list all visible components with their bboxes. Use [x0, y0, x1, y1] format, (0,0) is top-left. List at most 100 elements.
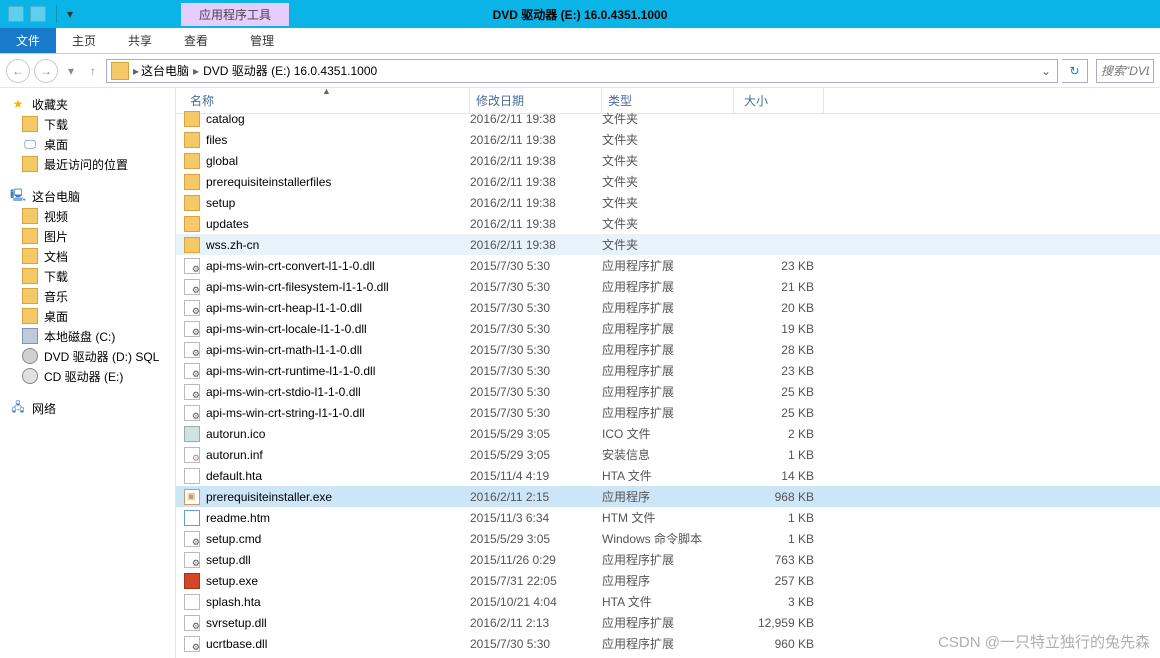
table-row[interactable]: wss.zh-cn2016/2/11 19:38文件夹 — [176, 234, 1160, 255]
table-row[interactable]: api-ms-win-crt-filesystem-l1-1-0.dll2015… — [176, 276, 1160, 297]
sidebar-item[interactable]: 音乐 — [0, 286, 175, 306]
table-row[interactable]: autorun.ico2015/5/29 3:05ICO 文件2 KB — [176, 423, 1160, 444]
table-row[interactable]: readme.htm2015/11/3 6:34HTM 文件1 KB — [176, 507, 1160, 528]
table-row[interactable]: setup.dll2015/11/26 0:29应用程序扩展763 KB — [176, 549, 1160, 570]
sidebar-computer-header[interactable]: 🖳这台电脑 — [0, 186, 175, 206]
sidebar-item[interactable]: CD 驱动器 (E:) — [0, 366, 175, 386]
file-size: 1 KB — [734, 532, 824, 546]
file-tab[interactable]: 文件 — [0, 28, 56, 53]
file-icon — [184, 405, 200, 421]
up-button[interactable]: ↑ — [84, 61, 102, 81]
chevron-right-icon[interactable]: ▸ — [193, 64, 199, 78]
sidebar-item-recent[interactable]: 最近访问的位置 — [0, 154, 175, 174]
file-icon — [184, 153, 200, 169]
sidebar-item-desktop[interactable]: 🖵桌面 — [0, 134, 175, 154]
table-row[interactable]: setup.cmd2015/5/29 3:05Windows 命令脚本1 KB — [176, 528, 1160, 549]
tab-view[interactable]: 查看 — [168, 28, 224, 53]
address-field[interactable]: ▸ 这台电脑 ▸ DVD 驱动器 (E:) 16.0.4351.1000 ⌄ — [106, 59, 1058, 83]
address-dropdown-icon[interactable]: ⌄ — [1035, 64, 1057, 78]
file-date: 2015/11/3 6:34 — [470, 511, 602, 525]
breadcrumb[interactable]: 这台电脑 ▸ — [139, 62, 201, 79]
file-type: 文件夹 — [602, 173, 734, 190]
file-type: HTA 文件 — [602, 593, 734, 610]
file-name: catalog — [206, 112, 245, 126]
back-button[interactable]: ← — [6, 59, 30, 83]
sidebar-item[interactable]: 图片 — [0, 226, 175, 246]
search-box[interactable] — [1096, 59, 1154, 83]
sidebar-item[interactable]: 桌面 — [0, 306, 175, 326]
tab-share[interactable]: 共享 — [112, 28, 168, 53]
qat-newfolder-icon[interactable] — [30, 6, 46, 22]
sidebar-item-label: 文档 — [44, 248, 68, 265]
table-row[interactable]: api-ms-win-crt-string-l1-1-0.dll2015/7/3… — [176, 402, 1160, 423]
sidebar-item-label: DVD 驱动器 (D:) SQL — [44, 348, 159, 365]
file-size: 3 KB — [734, 595, 824, 609]
file-size: 20 KB — [734, 301, 824, 315]
file-date: 2016/2/11 19:38 — [470, 112, 602, 126]
table-row[interactable]: autorun.inf2015/5/29 3:05安装信息1 KB — [176, 444, 1160, 465]
column-name[interactable]: 名称▲ — [184, 88, 470, 113]
sidebar-item[interactable]: 本地磁盘 (C:) — [0, 326, 175, 346]
qat-dropdown-icon[interactable]: ▾ — [67, 7, 73, 21]
file-list[interactable]: catalog 2016/2/11 19:38 文件夹 files2016/2/11 … — [176, 108, 1160, 658]
file-date: 2015/7/30 5:30 — [470, 406, 602, 420]
table-row[interactable]: api-ms-win-crt-locale-l1-1-0.dll2015/7/3… — [176, 318, 1160, 339]
qat-properties-icon[interactable] — [8, 6, 24, 22]
folder-icon — [22, 228, 38, 244]
breadcrumb[interactable]: DVD 驱动器 (E:) 16.0.4351.1000 — [201, 62, 379, 79]
sidebar-network-header[interactable]: 🖧网络 — [0, 398, 175, 418]
sidebar-item[interactable]: 文档 — [0, 246, 175, 266]
file-size: 25 KB — [734, 385, 824, 399]
sidebar-item-label: 桌面 — [44, 308, 68, 325]
table-row[interactable]: files2016/2/11 19:38文件夹 — [176, 129, 1160, 150]
table-row[interactable]: updates2016/2/11 19:38文件夹 — [176, 213, 1160, 234]
tab-home[interactable]: 主页 — [56, 28, 112, 53]
sidebar-item-label: 本地磁盘 (C:) — [44, 328, 115, 345]
sidebar-item-label: 音乐 — [44, 288, 68, 305]
file-size: 14 KB — [734, 469, 824, 483]
sidebar-favorites-header[interactable]: ★收藏夹 — [0, 94, 175, 114]
file-type: 应用程序扩展 — [602, 341, 734, 358]
table-row[interactable]: prerequisiteinstallerfiles2016/2/11 19:3… — [176, 171, 1160, 192]
file-name: api-ms-win-crt-math-l1-1-0.dll — [206, 343, 362, 357]
table-row[interactable]: api-ms-win-crt-convert-l1-1-0.dll2015/7/… — [176, 255, 1160, 276]
table-row[interactable]: api-ms-win-crt-heap-l1-1-0.dll2015/7/30 … — [176, 297, 1160, 318]
file-date: 2015/7/30 5:30 — [470, 364, 602, 378]
file-icon — [184, 174, 200, 190]
table-row[interactable]: api-ms-win-crt-math-l1-1-0.dll2015/7/30 … — [176, 339, 1160, 360]
file-name: readme.htm — [206, 511, 270, 525]
recent-locations-icon[interactable]: ▾ — [62, 61, 80, 81]
folder-icon — [22, 156, 38, 172]
sidebar-item[interactable]: DVD 驱动器 (D:) SQL — [0, 346, 175, 366]
sidebar-item[interactable]: 视频 — [0, 206, 175, 226]
table-row[interactable]: ucrtbase.dll2015/7/30 5:30应用程序扩展960 KB — [176, 633, 1160, 654]
file-type: Windows 命令脚本 — [602, 530, 734, 547]
sidebar-item[interactable]: 下载 — [0, 266, 175, 286]
file-type: HTA 文件 — [602, 467, 734, 484]
table-row[interactable]: setup.exe2015/7/31 22:05应用程序257 KB — [176, 570, 1160, 591]
file-type: 应用程序扩展 — [602, 614, 734, 631]
file-name: setup.exe — [206, 574, 258, 588]
table-row[interactable]: prerequisiteinstaller.exe2016/2/11 2:15应… — [176, 486, 1160, 507]
table-row[interactable]: api-ms-win-crt-runtime-l1-1-0.dll2015/7/… — [176, 360, 1160, 381]
sidebar-item-label: 下载 — [44, 268, 68, 285]
table-row[interactable]: default.hta2015/11/4 4:19HTA 文件14 KB — [176, 465, 1160, 486]
search-input[interactable] — [1101, 64, 1149, 78]
table-row[interactable]: global2016/2/11 19:38文件夹 — [176, 150, 1160, 171]
refresh-button[interactable]: ↻ — [1062, 59, 1088, 83]
computer-icon: 🖳 — [10, 188, 26, 204]
file-date: 2015/5/29 3:05 — [470, 427, 602, 441]
sidebar-item-downloads[interactable]: 下载 — [0, 114, 175, 134]
file-type: HTM 文件 — [602, 509, 734, 526]
quick-access-toolbar: ▾ — [0, 5, 81, 23]
file-type: 应用程序扩展 — [602, 635, 734, 652]
file-type: 应用程序 — [602, 572, 734, 589]
forward-button[interactable]: → — [34, 59, 58, 83]
file-icon — [184, 510, 200, 526]
table-row[interactable]: splash.hta2015/10/21 4:04HTA 文件3 KB — [176, 591, 1160, 612]
table-row[interactable]: api-ms-win-crt-stdio-l1-1-0.dll2015/7/30… — [176, 381, 1160, 402]
tab-manage[interactable]: 管理 — [234, 28, 290, 53]
table-row[interactable]: svrsetup.dll2016/2/11 2:13应用程序扩展12,959 K… — [176, 612, 1160, 633]
table-row[interactable]: setup2016/2/11 19:38文件夹 — [176, 192, 1160, 213]
file-icon — [184, 300, 200, 316]
